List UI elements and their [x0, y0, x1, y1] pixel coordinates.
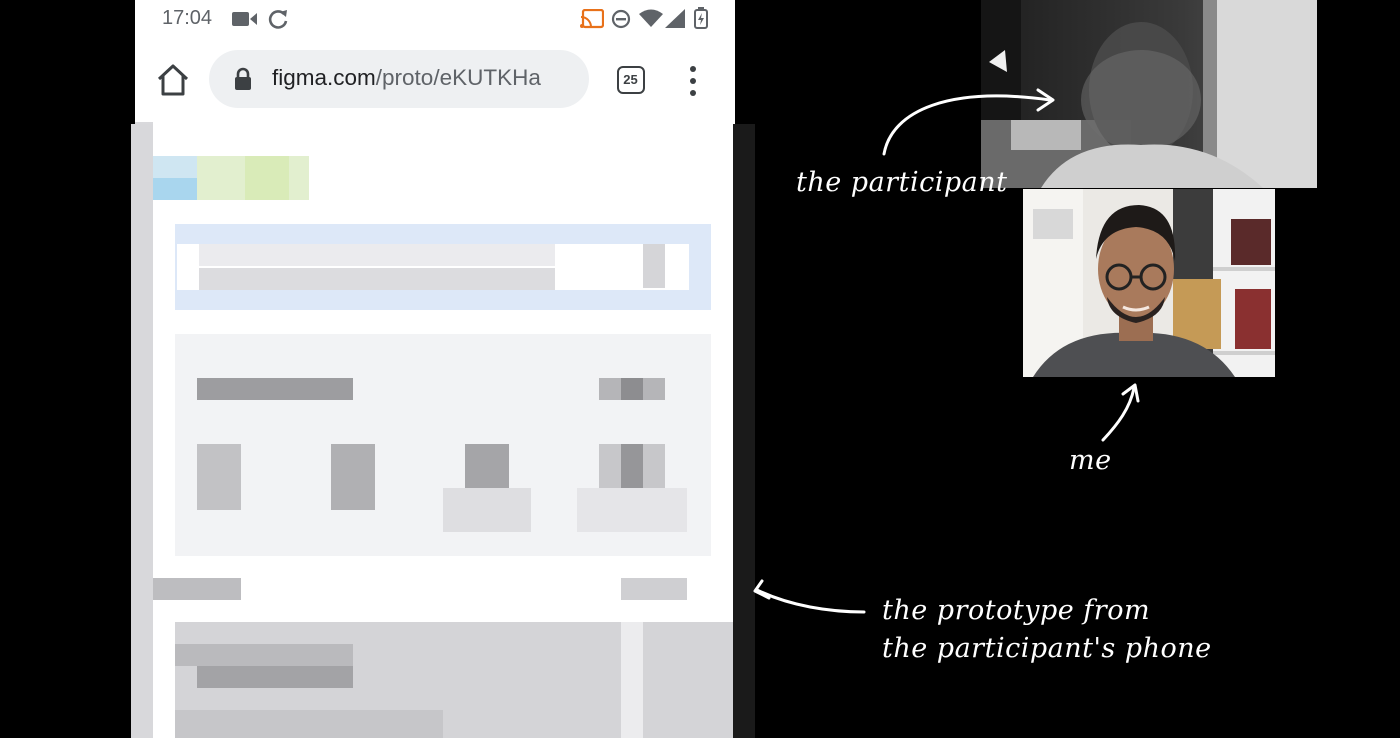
blurred-link: [621, 378, 643, 400]
status-bar: 17:04: [135, 0, 735, 38]
annotation-participant: the participant: [796, 167, 1008, 198]
lock-icon: [235, 67, 251, 90]
battery-charging-icon: [694, 7, 708, 29]
browser-toolbar: figma.com/proto/eKUTKHa 25: [135, 38, 735, 122]
blurred-icon: [331, 444, 375, 510]
blurred-text: [199, 244, 555, 266]
url-text: figma.com/proto/eKUTKHa: [272, 65, 541, 91]
prototype-page-blurred: [135, 122, 735, 738]
overflow-menu-icon[interactable]: [683, 66, 703, 96]
arrow-to-me: [1101, 386, 1136, 442]
participant-phone-screen: 17:04 figma.com/proto/eKUTKHa 25: [135, 0, 735, 738]
sync-icon: [268, 10, 288, 29]
blurred-icon: [197, 444, 241, 510]
arrowhead-me: [1121, 383, 1140, 403]
blurred-text: [175, 710, 443, 738]
tab-switcher-button[interactable]: 25: [617, 66, 645, 94]
blurred-logo: [153, 156, 197, 178]
blurred-heading: [197, 378, 353, 400]
blurred-text: [175, 644, 353, 666]
blurred-text: [643, 244, 665, 288]
do-not-disturb-icon: [611, 9, 631, 29]
screen-edge-right: [733, 124, 755, 738]
annotation-prototype-line2: the participant's phone: [882, 633, 1212, 664]
video-camera-icon: [232, 12, 257, 26]
cast-icon: [580, 9, 604, 29]
blurred-list-link: [621, 578, 687, 600]
blurred-text: [199, 268, 555, 290]
arrow-to-prototype: [755, 588, 866, 614]
tab-count: 25: [623, 72, 638, 87]
me-video-feed: [1023, 189, 1275, 377]
annotation-me: me: [1069, 445, 1112, 476]
me-video-image: [1023, 189, 1275, 377]
blurred-divider: [621, 622, 643, 738]
wifi-icon: [639, 9, 663, 27]
cell-signal-icon: [665, 9, 685, 28]
blurred-icon: [465, 444, 509, 488]
blurred-label: [577, 488, 687, 532]
annotation-prototype-line1: the prototype from: [882, 595, 1151, 626]
blurred-logo-part: [245, 156, 289, 200]
blurred-list-title: [153, 578, 241, 600]
url-path: /proto/eKUTKHa: [375, 65, 541, 90]
home-icon[interactable]: [155, 62, 191, 98]
participant-video-image: [981, 0, 1317, 188]
blurred-logo-part: [153, 178, 197, 200]
address-bar[interactable]: figma.com/proto/eKUTKHa: [209, 50, 589, 108]
url-domain: figma.com: [272, 65, 376, 90]
participant-video-feed: [981, 0, 1317, 188]
screen-edge-left-outer: [131, 124, 153, 738]
arrowhead-prototype: [753, 579, 771, 600]
blurred-icon: [621, 444, 643, 488]
blurred-text: [197, 666, 353, 688]
blurred-icon: [443, 488, 531, 532]
status-time: 17:04: [162, 7, 213, 29]
